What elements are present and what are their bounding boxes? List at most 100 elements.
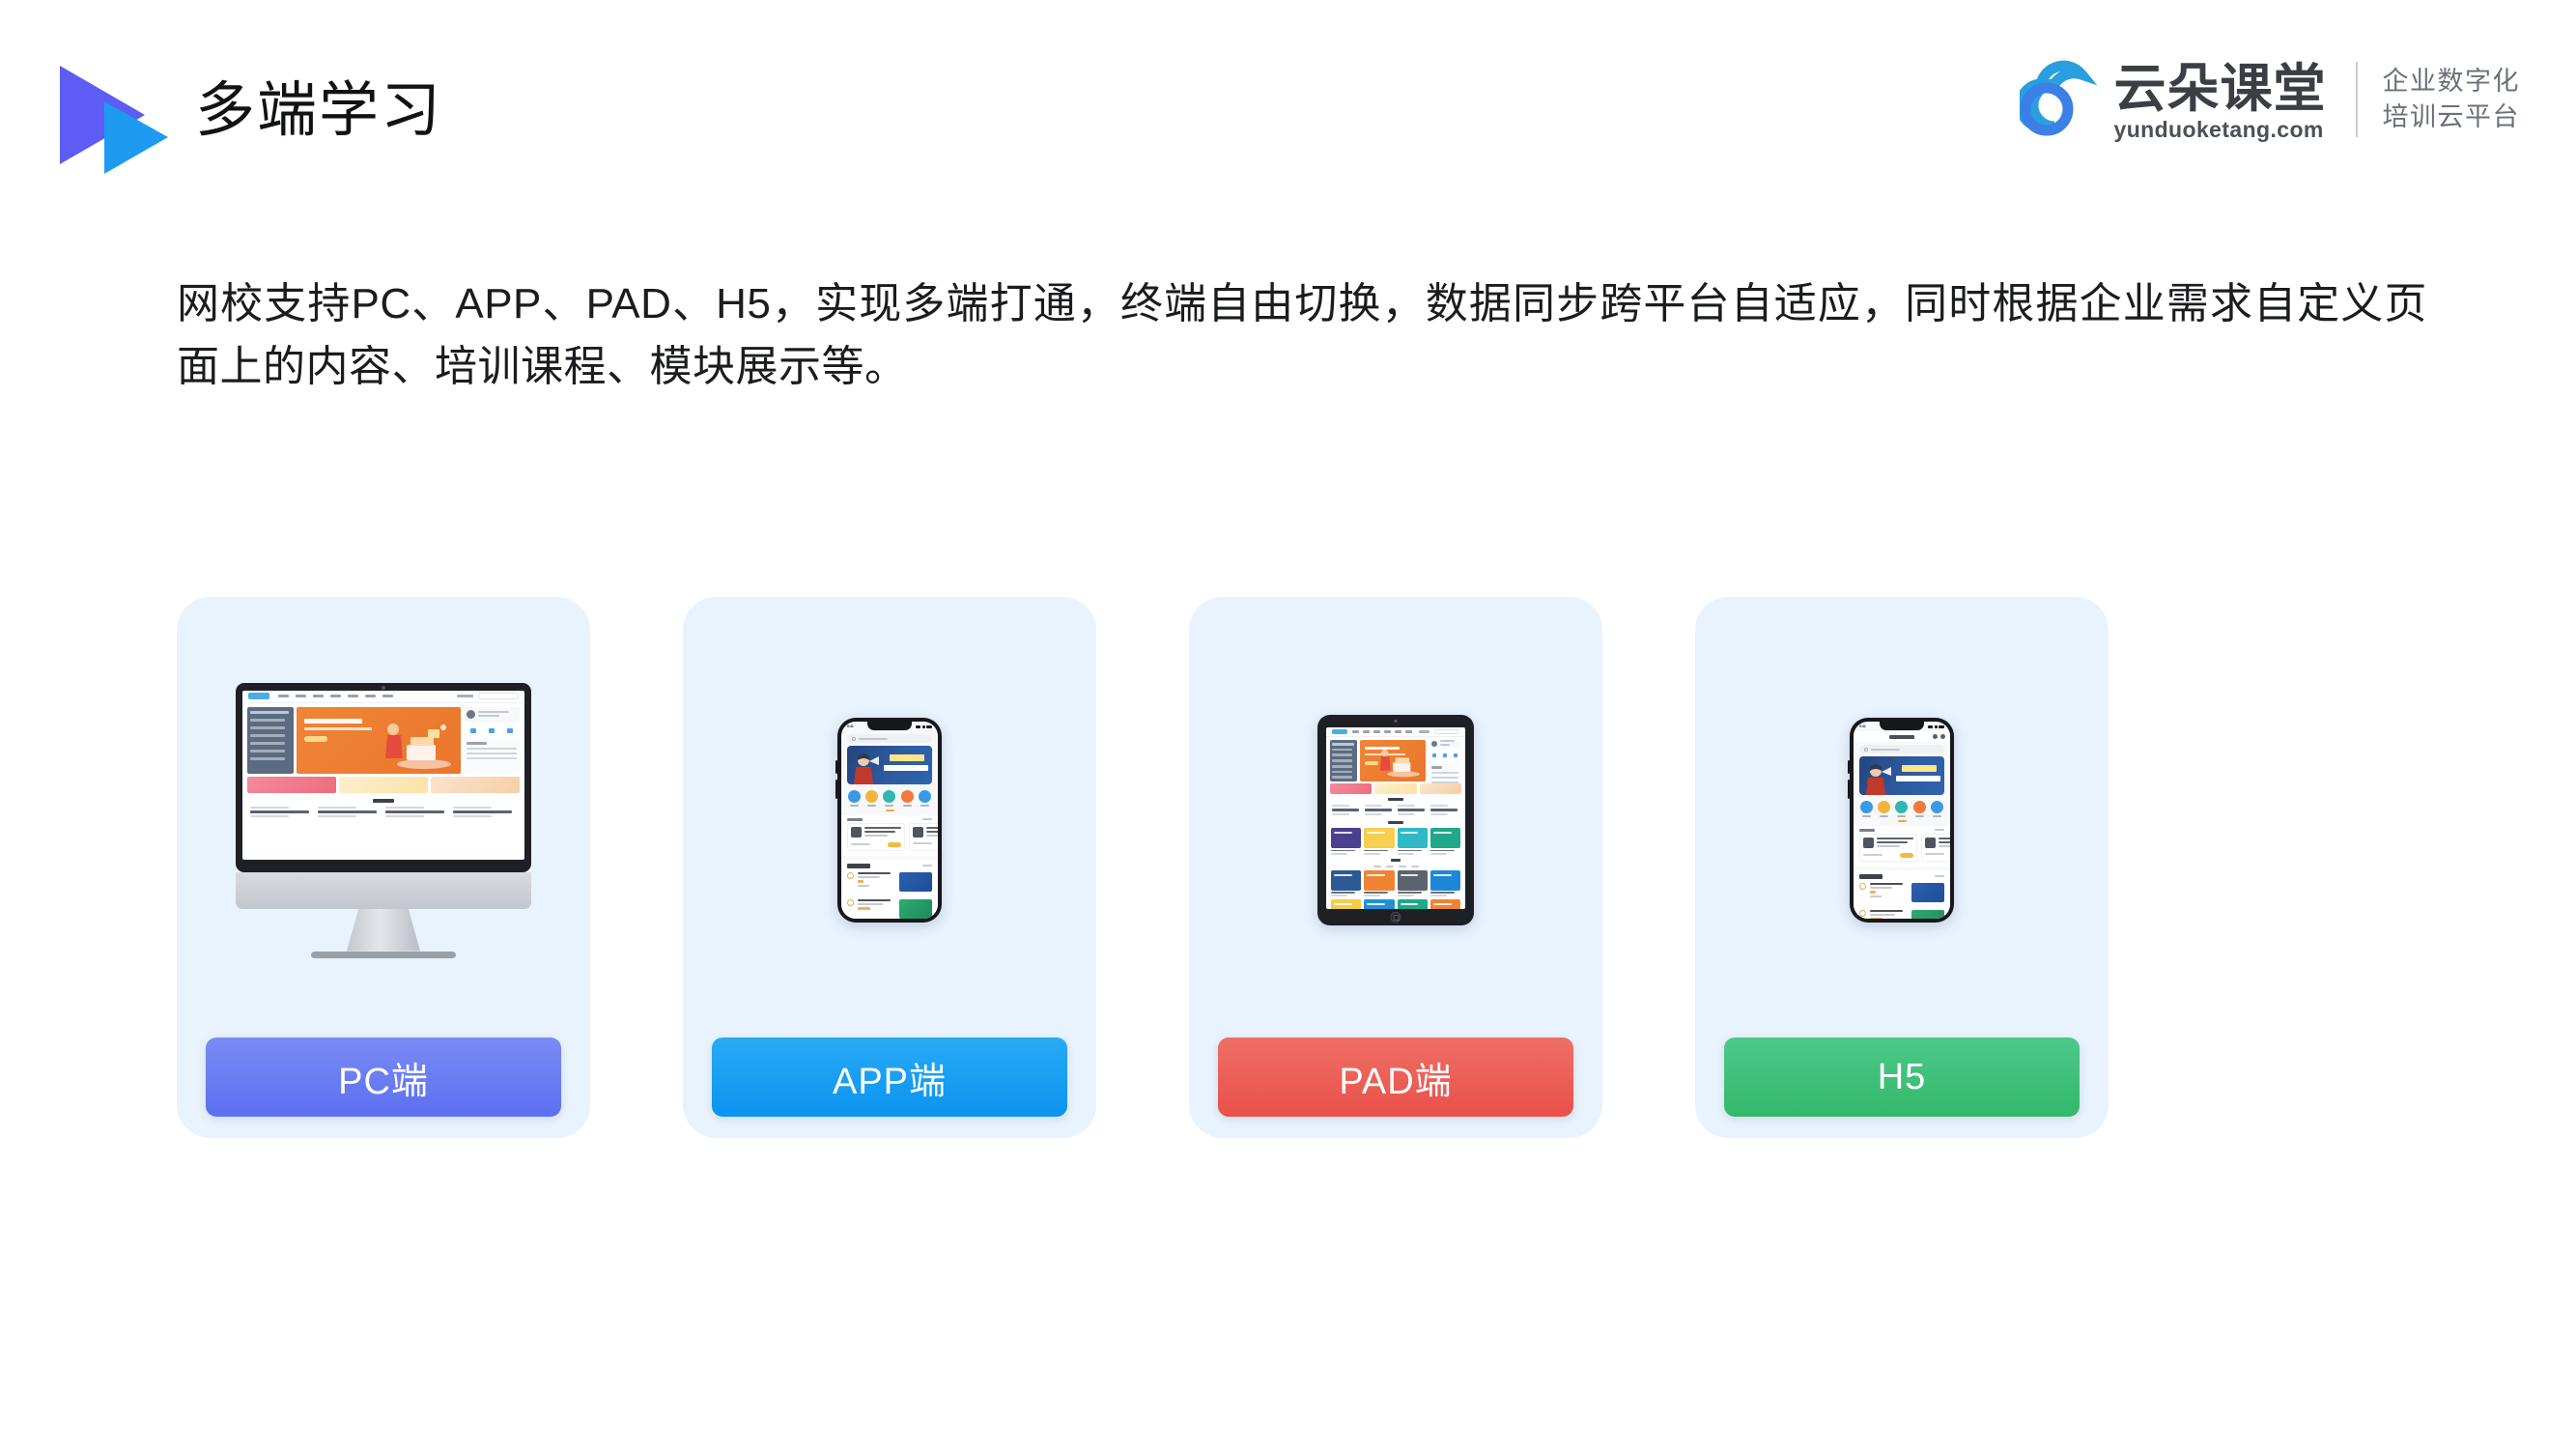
home-button[interactable]: [1390, 912, 1401, 923]
open-course-list: [841, 822, 938, 856]
promo-banner[interactable]: [1419, 783, 1461, 794]
course-thumb: [1925, 837, 1936, 848]
section-title-open-course: [1326, 794, 1465, 805]
brand-tagline-line1: 企业数字化: [2382, 66, 2520, 96]
course-tile[interactable]: [1397, 869, 1428, 897]
nav-icon-courses: [1859, 801, 1873, 817]
more-link[interactable]: [1935, 829, 1944, 831]
webcam-icon: [382, 685, 385, 690]
nav-icon-community: [900, 790, 914, 807]
recommended-item[interactable]: [847, 895, 932, 920]
brand-tagline-line2: 培训云平台: [2382, 102, 2520, 131]
device-card-app[interactable]: 9:41 APP端: [683, 597, 1096, 1138]
cta-button-app[interactable]: APP端: [712, 1037, 1067, 1117]
course-item[interactable]: [1430, 805, 1459, 817]
app-screen: 9:41: [841, 722, 938, 919]
cta-button-h5[interactable]: H5: [1724, 1037, 2080, 1117]
course-tile[interactable]: [1331, 828, 1362, 855]
course-card[interactable]: [909, 822, 938, 851]
monitor-base: [311, 951, 456, 958]
device-card-pad[interactable]: PAD端: [1189, 597, 1602, 1138]
device-card-pc[interactable]: PC端: [177, 597, 590, 1138]
recommended-section: [841, 859, 938, 920]
course-tile[interactable]: [1430, 899, 1460, 909]
course-item[interactable]: [1365, 805, 1394, 817]
nav-icon-materials: [919, 790, 932, 807]
course-thumb: [913, 826, 923, 838]
app-title-bar: [1854, 731, 1950, 742]
course-tile-grid: [1326, 899, 1465, 909]
course-item[interactable]: [250, 806, 314, 819]
course-tile[interactable]: [1430, 828, 1460, 855]
course-tile[interactable]: [1331, 899, 1362, 909]
site-hero-banner: [297, 706, 461, 774]
device-card-h5[interactable]: 9:41 H5: [1695, 597, 2109, 1138]
course-item[interactable]: [318, 806, 382, 819]
search-input[interactable]: [847, 734, 932, 743]
course-card[interactable]: [1921, 833, 1950, 862]
brand-tagline: 企业数字化 培训云平台: [2383, 64, 2521, 136]
course-card[interactable]: [1859, 833, 1917, 862]
hero-banner[interactable]: [847, 746, 932, 784]
slide-header: 多端学习 云朵课堂 yunduoketang.com 企业数字化 培训云平台: [0, 0, 2576, 193]
open-course-list: [1854, 833, 1950, 867]
course-tile[interactable]: [1430, 869, 1460, 897]
cta-button-pc[interactable]: PC端: [206, 1037, 561, 1117]
nav-icon-packages: [1878, 801, 1891, 817]
site-hero-banner: [1360, 740, 1426, 781]
search-input[interactable]: [1859, 745, 1944, 753]
webcam-icon: [1394, 720, 1398, 723]
site-logo-icon: [248, 693, 269, 699]
course-tile[interactable]: [1397, 899, 1428, 909]
enroll-button[interactable]: [1900, 852, 1913, 858]
promo-banner[interactable]: [1374, 783, 1417, 794]
promo-banner[interactable]: [247, 776, 336, 793]
course-item[interactable]: [1332, 805, 1361, 817]
cta-button-pad[interactable]: PAD端: [1218, 1037, 1573, 1117]
phone-notch: [867, 722, 912, 730]
promo-banner[interactable]: [1330, 783, 1373, 794]
more-options-icon[interactable]: [1933, 734, 1938, 739]
more-link[interactable]: [922, 818, 932, 820]
smartphone-mockup-h5: 9:41: [1695, 597, 2109, 1037]
nav-icon-materials: [1931, 801, 1944, 817]
target-icon[interactable]: [1940, 734, 1945, 739]
recommended-item[interactable]: [1859, 879, 1944, 906]
course-thumb: [899, 898, 932, 919]
brand-logo: 云朵课堂 yunduoketang.com 企业数字化 培训云平台: [2019, 46, 2521, 153]
monitor-chin: [236, 871, 531, 909]
course-tile[interactable]: [1331, 869, 1362, 897]
search-icon: [1864, 747, 1868, 752]
nav-icon-row[interactable]: [841, 784, 938, 810]
slide-page: 多端学习 云朵课堂 yunduoketang.com 企业数字化 培训云平台 网…: [0, 0, 2576, 1449]
course-item[interactable]: [453, 806, 517, 819]
smartphone-mockup-app: 9:41: [683, 597, 1096, 1037]
course-tile[interactable]: [1364, 899, 1395, 909]
more-link[interactable]: [922, 865, 932, 867]
more-link[interactable]: [1935, 875, 1944, 877]
promo-banner[interactable]: [431, 776, 520, 793]
phone-notch: [1880, 722, 1924, 730]
nav-icon-questions: [1895, 801, 1909, 817]
cloud-logo-icon: [2019, 55, 2110, 144]
avatar: [467, 710, 475, 719]
recommended-item[interactable]: [847, 868, 932, 895]
course-tile[interactable]: [1364, 869, 1395, 897]
site-search-input[interactable]: [1434, 729, 1459, 734]
recommended-item[interactable]: [1859, 906, 1944, 919]
nav-icon-courses: [847, 790, 861, 807]
nav-icon-community: [1912, 801, 1926, 817]
course-tile[interactable]: [1397, 828, 1428, 855]
course-item[interactable]: [385, 806, 449, 819]
course-item[interactable]: [1398, 805, 1427, 817]
brand-divider: [2355, 62, 2358, 137]
enroll-button[interactable]: [888, 841, 901, 847]
site-user-panel: [1429, 740, 1461, 748]
signal-wifi-battery-icon: [916, 724, 932, 728]
site-search-input[interactable]: [478, 693, 519, 699]
course-card[interactable]: [847, 822, 905, 851]
promo-banner[interactable]: [339, 776, 428, 793]
hero-banner[interactable]: [1859, 756, 1944, 795]
nav-icon-row[interactable]: [1854, 795, 1950, 820]
course-tile[interactable]: [1364, 828, 1395, 855]
